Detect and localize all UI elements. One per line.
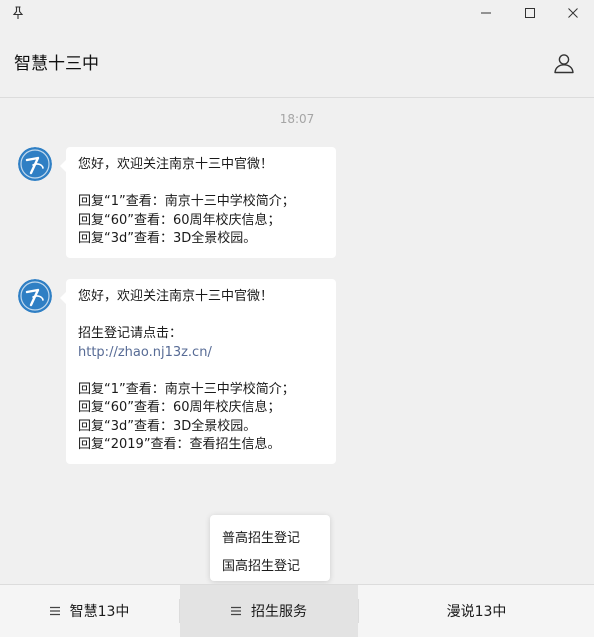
- enrollment-submenu: 普高招生登记 国高招生登记: [210, 515, 330, 581]
- school-logo-icon: [18, 279, 52, 313]
- pin-icon: [12, 6, 24, 19]
- message-bubble: 您好，欢迎关注南京十三中官微！ 招生登记请点击： http://zhao.nj1…: [60, 279, 336, 464]
- profile-button[interactable]: [551, 50, 577, 76]
- menu-item-international-high-enrollment[interactable]: 国高招生登记: [222, 555, 300, 574]
- message-bubble: 您好，欢迎关注南京十三中官微！ 回复“1”查看：南京十三中学校简介； 回复“60…: [60, 147, 336, 258]
- message-line: 回复“1”查看：南京十三中学校简介；: [78, 381, 295, 397]
- minimize-button[interactable]: [471, 0, 501, 26]
- menu-label: 漫说13中: [446, 604, 507, 620]
- menu-label: 智慧13中: [69, 604, 130, 620]
- chat-header: 智慧十三中: [0, 26, 594, 98]
- menu-enrollment-services[interactable]: 招生服务: [180, 585, 358, 637]
- chat-area[interactable]: 18:07 您好，欢迎关注南京十三中官微！ 回复“1”查看：南京十三中学校简介；…: [0, 98, 594, 584]
- pin-button[interactable]: [8, 0, 28, 26]
- maximize-icon: [525, 8, 535, 18]
- message-line: 回复“60”查看：60周年校庆信息；: [78, 400, 281, 415]
- message-line: 您好，欢迎关注南京十三中官微！: [78, 157, 274, 172]
- registration-link[interactable]: http://zhao.nj13z.cn/: [78, 344, 324, 363]
- menu-label: 招生服务: [251, 604, 307, 620]
- menu-lines-icon: [231, 606, 241, 616]
- school-logo-icon: [18, 147, 52, 181]
- message-line: 回复“1”查看：南京十三中学校简介；: [78, 194, 295, 209]
- menu-comic-13[interactable]: 漫说13中: [359, 585, 594, 637]
- menu-lines-icon: [49, 606, 60, 616]
- minimize-icon: [481, 12, 491, 14]
- menu-smart-13[interactable]: 智慧13中: [0, 585, 179, 637]
- message-timestamp: 18:07: [279, 112, 315, 126]
- message-line: 回复“3d”查看：3D全景校园。: [78, 231, 257, 246]
- user-icon: [554, 54, 574, 74]
- chat-title: 智慧十三中: [14, 54, 99, 74]
- close-button[interactable]: [558, 0, 588, 26]
- menu-item-general-high-enrollment[interactable]: 普高招生登记: [222, 527, 300, 546]
- message-line: 回复“2019”查看：查看招生信息。: [78, 437, 281, 452]
- bottom-menu-bar: 智慧13中 招生服务 漫说13中: [0, 584, 594, 637]
- official-account-avatar[interactable]: [18, 147, 52, 181]
- message-line: 回复“60”查看：60周年校庆信息；: [78, 212, 281, 228]
- message-line: 回复“3d”查看：3D全景校园。: [78, 418, 257, 434]
- close-icon: [568, 8, 578, 18]
- maximize-button[interactable]: [515, 0, 545, 26]
- message-line: 您好，欢迎关注南京十三中官微！: [78, 289, 274, 304]
- official-account-avatar[interactable]: [18, 279, 52, 313]
- message-line: 招生登记请点击：: [78, 326, 183, 341]
- title-bar: [0, 0, 594, 26]
